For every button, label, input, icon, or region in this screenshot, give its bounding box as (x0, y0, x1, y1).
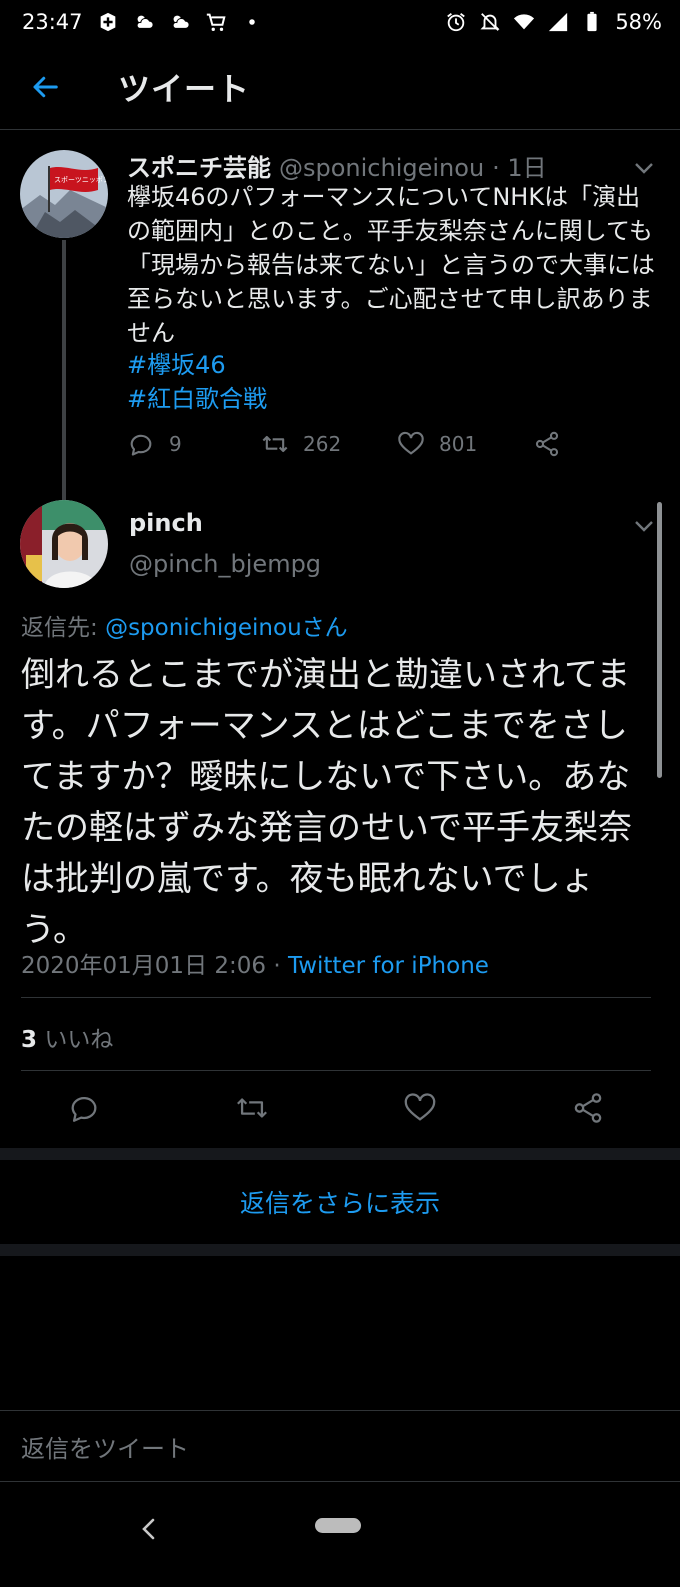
avatar-flag-text: スポーツニッポン (54, 176, 108, 184)
thread-connector-line (62, 240, 66, 502)
main-display-name[interactable]: pinch (129, 509, 203, 537)
tweet-timestamp: 2020年01月01日 2:06 (21, 953, 267, 979)
top-app-bar: ツイート (0, 44, 680, 130)
replying-to-label: 返信先: (21, 615, 98, 641)
main-tweet-text: 倒れるとこまでが演出と勘違いされてます。パフォーマンスとはどこまでをさしてますか… (21, 655, 632, 950)
like-count: 801 (439, 432, 478, 456)
back-button[interactable] (20, 62, 70, 112)
wifi-icon (513, 11, 535, 33)
replying-to: 返信先: @sponichigeinouさん (21, 608, 348, 642)
meta-separator: · (266, 953, 288, 979)
section-separator (0, 1244, 680, 1256)
share-icon (574, 1093, 602, 1123)
page-title: ツイート (118, 69, 251, 108)
status-time: 23:47 (22, 10, 83, 34)
retweet-icon (262, 435, 288, 453)
share-button[interactable] (533, 430, 561, 458)
retweet-button[interactable]: 262 (261, 430, 341, 458)
heart-icon (404, 1093, 436, 1121)
nav-home-pill[interactable] (315, 1518, 361, 1533)
reply-button[interactable] (64, 1088, 104, 1128)
parent-handle[interactable]: @sponichigeinou (279, 154, 484, 182)
heart-icon (398, 431, 424, 455)
divider (21, 997, 651, 998)
arrow-left-icon (33, 76, 58, 97)
divider (21, 1070, 651, 1071)
retweet-button[interactable] (232, 1088, 272, 1128)
reply-input[interactable]: 返信をツイート (0, 1410, 680, 1482)
parent-menu-button[interactable] (630, 158, 658, 178)
like-button[interactable] (400, 1088, 440, 1128)
parent-tweet-avatar[interactable]: スポーツニッポン (20, 150, 108, 238)
chevron-down-icon (635, 163, 653, 174)
system-nav-bar (0, 1490, 680, 1587)
signal-icon (547, 11, 569, 33)
reply-icon (71, 1097, 97, 1122)
likes-count: 3 (21, 1027, 38, 1053)
parent-time: · 1日 (492, 154, 547, 182)
chevron-left-icon (142, 1518, 155, 1540)
share-button[interactable] (568, 1088, 608, 1128)
reply-count: 9 (169, 432, 182, 456)
parent-action-bar: 9 262 801 (127, 430, 587, 466)
like-button[interactable]: 801 (397, 430, 477, 458)
reply-button[interactable]: 9 (127, 430, 182, 458)
tweet-meta: 2020年01月01日 2:06 · Twitter for iPhone (21, 946, 489, 980)
likes-summary[interactable]: 3 いいね (21, 1020, 113, 1054)
cloud-sun-icon (133, 11, 155, 33)
dot-icon (241, 11, 263, 33)
status-bar: 23:47 58% (0, 0, 680, 44)
bell-off-icon (479, 11, 501, 33)
chevron-down-icon (635, 521, 653, 532)
section-separator (0, 1148, 680, 1160)
parent-tweet-header: スポニチ芸能 @sponichigeinou · 1日 (127, 148, 547, 183)
show-more-replies-button[interactable]: 返信をさらに表示 (0, 1160, 680, 1244)
alarm-icon (445, 11, 467, 33)
main-tweet-avatar[interactable] (20, 500, 108, 588)
battery-level: 58% (615, 10, 662, 34)
parent-tweet-text: 欅坂46のパフォーマンスについてNHKは「演出の範囲内」とのこと。平手友梨奈さん… (127, 183, 655, 347)
parent-display-name[interactable]: スポニチ芸能 (127, 148, 271, 183)
likes-label: いいね (44, 1027, 114, 1053)
hashtag-link[interactable]: #紅白歌合戦 (127, 382, 267, 416)
cloud-sun-icon (169, 11, 191, 33)
main-menu-button[interactable] (630, 516, 658, 536)
reply-icon (130, 434, 152, 456)
share-icon (535, 431, 559, 457)
nav-back-button[interactable] (134, 1514, 164, 1544)
main-action-bar (0, 1088, 680, 1136)
retweet-count: 262 (303, 432, 342, 456)
scrollbar[interactable] (657, 502, 662, 778)
battery-icon (581, 11, 603, 33)
tweet-client-link[interactable]: Twitter for iPhone (288, 953, 489, 979)
retweet-icon (237, 1098, 267, 1118)
app-notification-icon (97, 11, 119, 33)
shopping-cart-icon (205, 11, 227, 33)
replying-to-mention[interactable]: @sponichigeinouさん (105, 615, 348, 641)
main-handle[interactable]: @pinch_bjempg (129, 550, 321, 578)
hashtag-link[interactable]: #欅坂46 (127, 348, 226, 382)
